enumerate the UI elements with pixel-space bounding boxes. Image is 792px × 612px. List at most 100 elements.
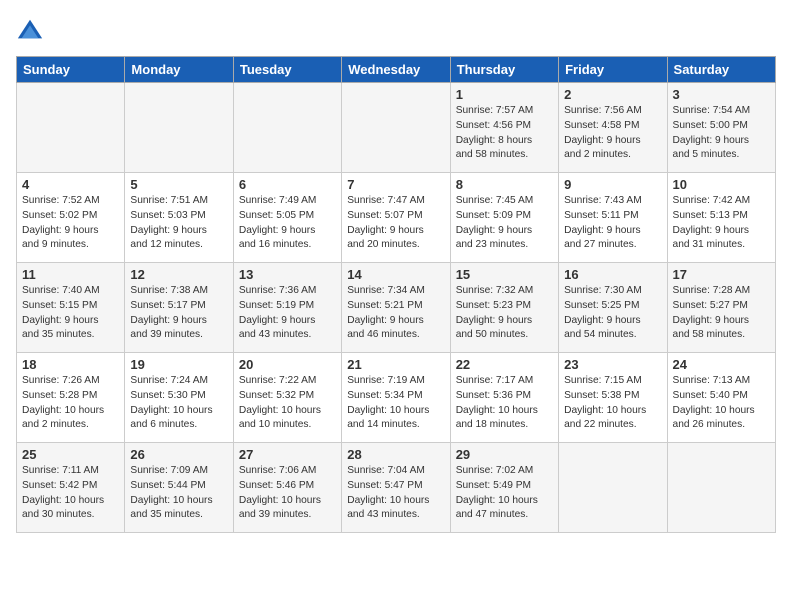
day-info: Sunrise: 7:38 AM Sunset: 5:17 PM Dayligh… [130,284,227,343]
calendar-cell: 7 Sunrise: 7:47 AM Sunset: 5:07 PM Daylig… [342,173,450,263]
day-number: 26 [130,447,227,462]
day-info: Sunrise: 7:57 AM Sunset: 4:56 PM Dayligh… [456,104,553,163]
calendar-cell: 17 Sunrise: 7:28 AM Sunset: 5:27 PM Dayli… [667,263,775,353]
calendar-cell: 11 Sunrise: 7:40 AM Sunset: 5:15 PM Dayli… [17,263,125,353]
logo-icon [16,16,44,44]
day-number: 29 [456,447,553,462]
day-number: 25 [22,447,119,462]
col-header-wednesday: Wednesday [342,57,450,83]
col-header-sunday: Sunday [17,57,125,83]
day-info: Sunrise: 7:11 AM Sunset: 5:42 PM Dayligh… [22,464,119,523]
calendar-cell: 16Sunrise: 7:30 AM Sunset: 5:25 PM Dayli… [559,263,667,353]
day-info: Sunrise: 7:42 AM Sunset: 5:13 PM Dayligh… [673,194,770,253]
day-info: Sunrise: 7:26 AM Sunset: 5:28 PM Dayligh… [22,374,119,433]
calendar-cell [125,83,233,173]
day-number: 18 [22,357,119,372]
day-info: Sunrise: 7:52 AM Sunset: 5:02 PM Dayligh… [22,194,119,253]
day-number: 20 [239,357,336,372]
day-info: Sunrise: 7:04 AM Sunset: 5:47 PM Dayligh… [347,464,444,523]
day-number: 23 [564,357,661,372]
calendar-cell: 22 Sunrise: 7:17 AM Sunset: 5:36 PM Dayli… [450,353,558,443]
day-number: 3 [673,87,770,102]
day-number: 28 [347,447,444,462]
day-info: Sunrise: 7:43 AM Sunset: 5:11 PM Dayligh… [564,194,661,253]
calendar-cell: 1 Sunrise: 7:57 AM Sunset: 4:56 PM Daylig… [450,83,558,173]
day-number: 19 [130,357,227,372]
calendar-cell: 2 Sunrise: 7:56 AM Sunset: 4:58 PM Daylig… [559,83,667,173]
day-number: 14 [347,267,444,282]
calendar-cell: 15 Sunrise: 7:32 AM Sunset: 5:23 PM Dayli… [450,263,558,353]
day-number: 12 [130,267,227,282]
calendar-cell: 9 Sunrise: 7:43 AM Sunset: 5:11 PM Daylig… [559,173,667,263]
day-info: Sunrise: 7:54 AM Sunset: 5:00 PM Dayligh… [673,104,770,163]
day-number: 16 [564,267,661,282]
col-header-friday: Friday [559,57,667,83]
day-info: Sunrise: 7:09 AM Sunset: 5:44 PM Dayligh… [130,464,227,523]
calendar-cell [233,83,341,173]
col-header-thursday: Thursday [450,57,558,83]
calendar-cell [667,443,775,533]
day-number: 15 [456,267,553,282]
calendar-cell: 25 Sunrise: 7:11 AM Sunset: 5:42 PM Dayli… [17,443,125,533]
day-number: 21 [347,357,444,372]
page-header [16,16,776,44]
day-number: 27 [239,447,336,462]
day-number: 8 [456,177,553,192]
day-number: 6 [239,177,336,192]
day-number: 7 [347,177,444,192]
calendar-cell: 6 Sunrise: 7:49 AM Sunset: 5:05 PM Daylig… [233,173,341,263]
calendar-cell: 27 Sunrise: 7:06 AM Sunset: 5:46 PM Dayli… [233,443,341,533]
calendar-cell: 24Sunrise: 7:13 AM Sunset: 5:40 PM Dayli… [667,353,775,443]
day-info: Sunrise: 7:22 AM Sunset: 5:32 PM Dayligh… [239,374,336,433]
day-info: Sunrise: 7:06 AM Sunset: 5:46 PM Dayligh… [239,464,336,523]
day-number: 11 [22,267,119,282]
day-info: Sunrise: 7:40 AM Sunset: 5:15 PM Dayligh… [22,284,119,343]
calendar-cell: 12 Sunrise: 7:38 AM Sunset: 5:17 PM Dayli… [125,263,233,353]
calendar-cell: 3 Sunrise: 7:54 AM Sunset: 5:00 PM Daylig… [667,83,775,173]
day-info: Sunrise: 7:56 AM Sunset: 4:58 PM Dayligh… [564,104,661,163]
day-number: 10 [673,177,770,192]
day-info: Sunrise: 7:28 AM Sunset: 5:27 PM Dayligh… [673,284,770,343]
col-header-monday: Monday [125,57,233,83]
day-number: 9 [564,177,661,192]
calendar-week-0: 1 Sunrise: 7:57 AM Sunset: 4:56 PM Daylig… [17,83,776,173]
col-header-tuesday: Tuesday [233,57,341,83]
calendar-week-4: 25 Sunrise: 7:11 AM Sunset: 5:42 PM Dayli… [17,443,776,533]
calendar-cell: 23 Sunrise: 7:15 AM Sunset: 5:38 PM Dayli… [559,353,667,443]
day-info: Sunrise: 7:45 AM Sunset: 5:09 PM Dayligh… [456,194,553,253]
calendar-table: SundayMondayTuesdayWednesdayThursdayFrid… [16,56,776,533]
day-info: Sunrise: 7:17 AM Sunset: 5:36 PM Dayligh… [456,374,553,433]
day-number: 17 [673,267,770,282]
calendar-week-2: 11 Sunrise: 7:40 AM Sunset: 5:15 PM Dayli… [17,263,776,353]
calendar-cell: 20 Sunrise: 7:22 AM Sunset: 5:32 PM Dayli… [233,353,341,443]
day-number: 2 [564,87,661,102]
calendar-cell: 13 Sunrise: 7:36 AM Sunset: 5:19 PM Dayli… [233,263,341,353]
calendar-cell [17,83,125,173]
day-info: Sunrise: 7:36 AM Sunset: 5:19 PM Dayligh… [239,284,336,343]
day-info: Sunrise: 7:49 AM Sunset: 5:05 PM Dayligh… [239,194,336,253]
calendar-week-3: 18 Sunrise: 7:26 AM Sunset: 5:28 PM Dayli… [17,353,776,443]
calendar-cell: 14Sunrise: 7:34 AM Sunset: 5:21 PM Dayli… [342,263,450,353]
day-info: Sunrise: 7:19 AM Sunset: 5:34 PM Dayligh… [347,374,444,433]
calendar-header-row: SundayMondayTuesdayWednesdayThursdayFrid… [17,57,776,83]
day-info: Sunrise: 7:51 AM Sunset: 5:03 PM Dayligh… [130,194,227,253]
calendar-cell: 10 Sunrise: 7:42 AM Sunset: 5:13 PM Dayli… [667,173,775,263]
calendar-cell [559,443,667,533]
day-number: 13 [239,267,336,282]
calendar-cell: 8 Sunrise: 7:45 AM Sunset: 5:09 PM Daylig… [450,173,558,263]
day-number: 24 [673,357,770,372]
calendar-cell: 4Sunrise: 7:52 AM Sunset: 5:02 PM Daylig… [17,173,125,263]
calendar-cell [342,83,450,173]
logo [16,16,48,44]
day-info: Sunrise: 7:47 AM Sunset: 5:07 PM Dayligh… [347,194,444,253]
calendar-cell: 26 Sunrise: 7:09 AM Sunset: 5:44 PM Dayli… [125,443,233,533]
calendar-cell: 18 Sunrise: 7:26 AM Sunset: 5:28 PM Dayli… [17,353,125,443]
day-info: Sunrise: 7:32 AM Sunset: 5:23 PM Dayligh… [456,284,553,343]
day-number: 1 [456,87,553,102]
day-info: Sunrise: 7:24 AM Sunset: 5:30 PM Dayligh… [130,374,227,433]
day-number: 22 [456,357,553,372]
calendar-cell: 28 Sunrise: 7:04 AM Sunset: 5:47 PM Dayli… [342,443,450,533]
col-header-saturday: Saturday [667,57,775,83]
day-info: Sunrise: 7:15 AM Sunset: 5:38 PM Dayligh… [564,374,661,433]
calendar-cell: 5Sunrise: 7:51 AM Sunset: 5:03 PM Daylig… [125,173,233,263]
